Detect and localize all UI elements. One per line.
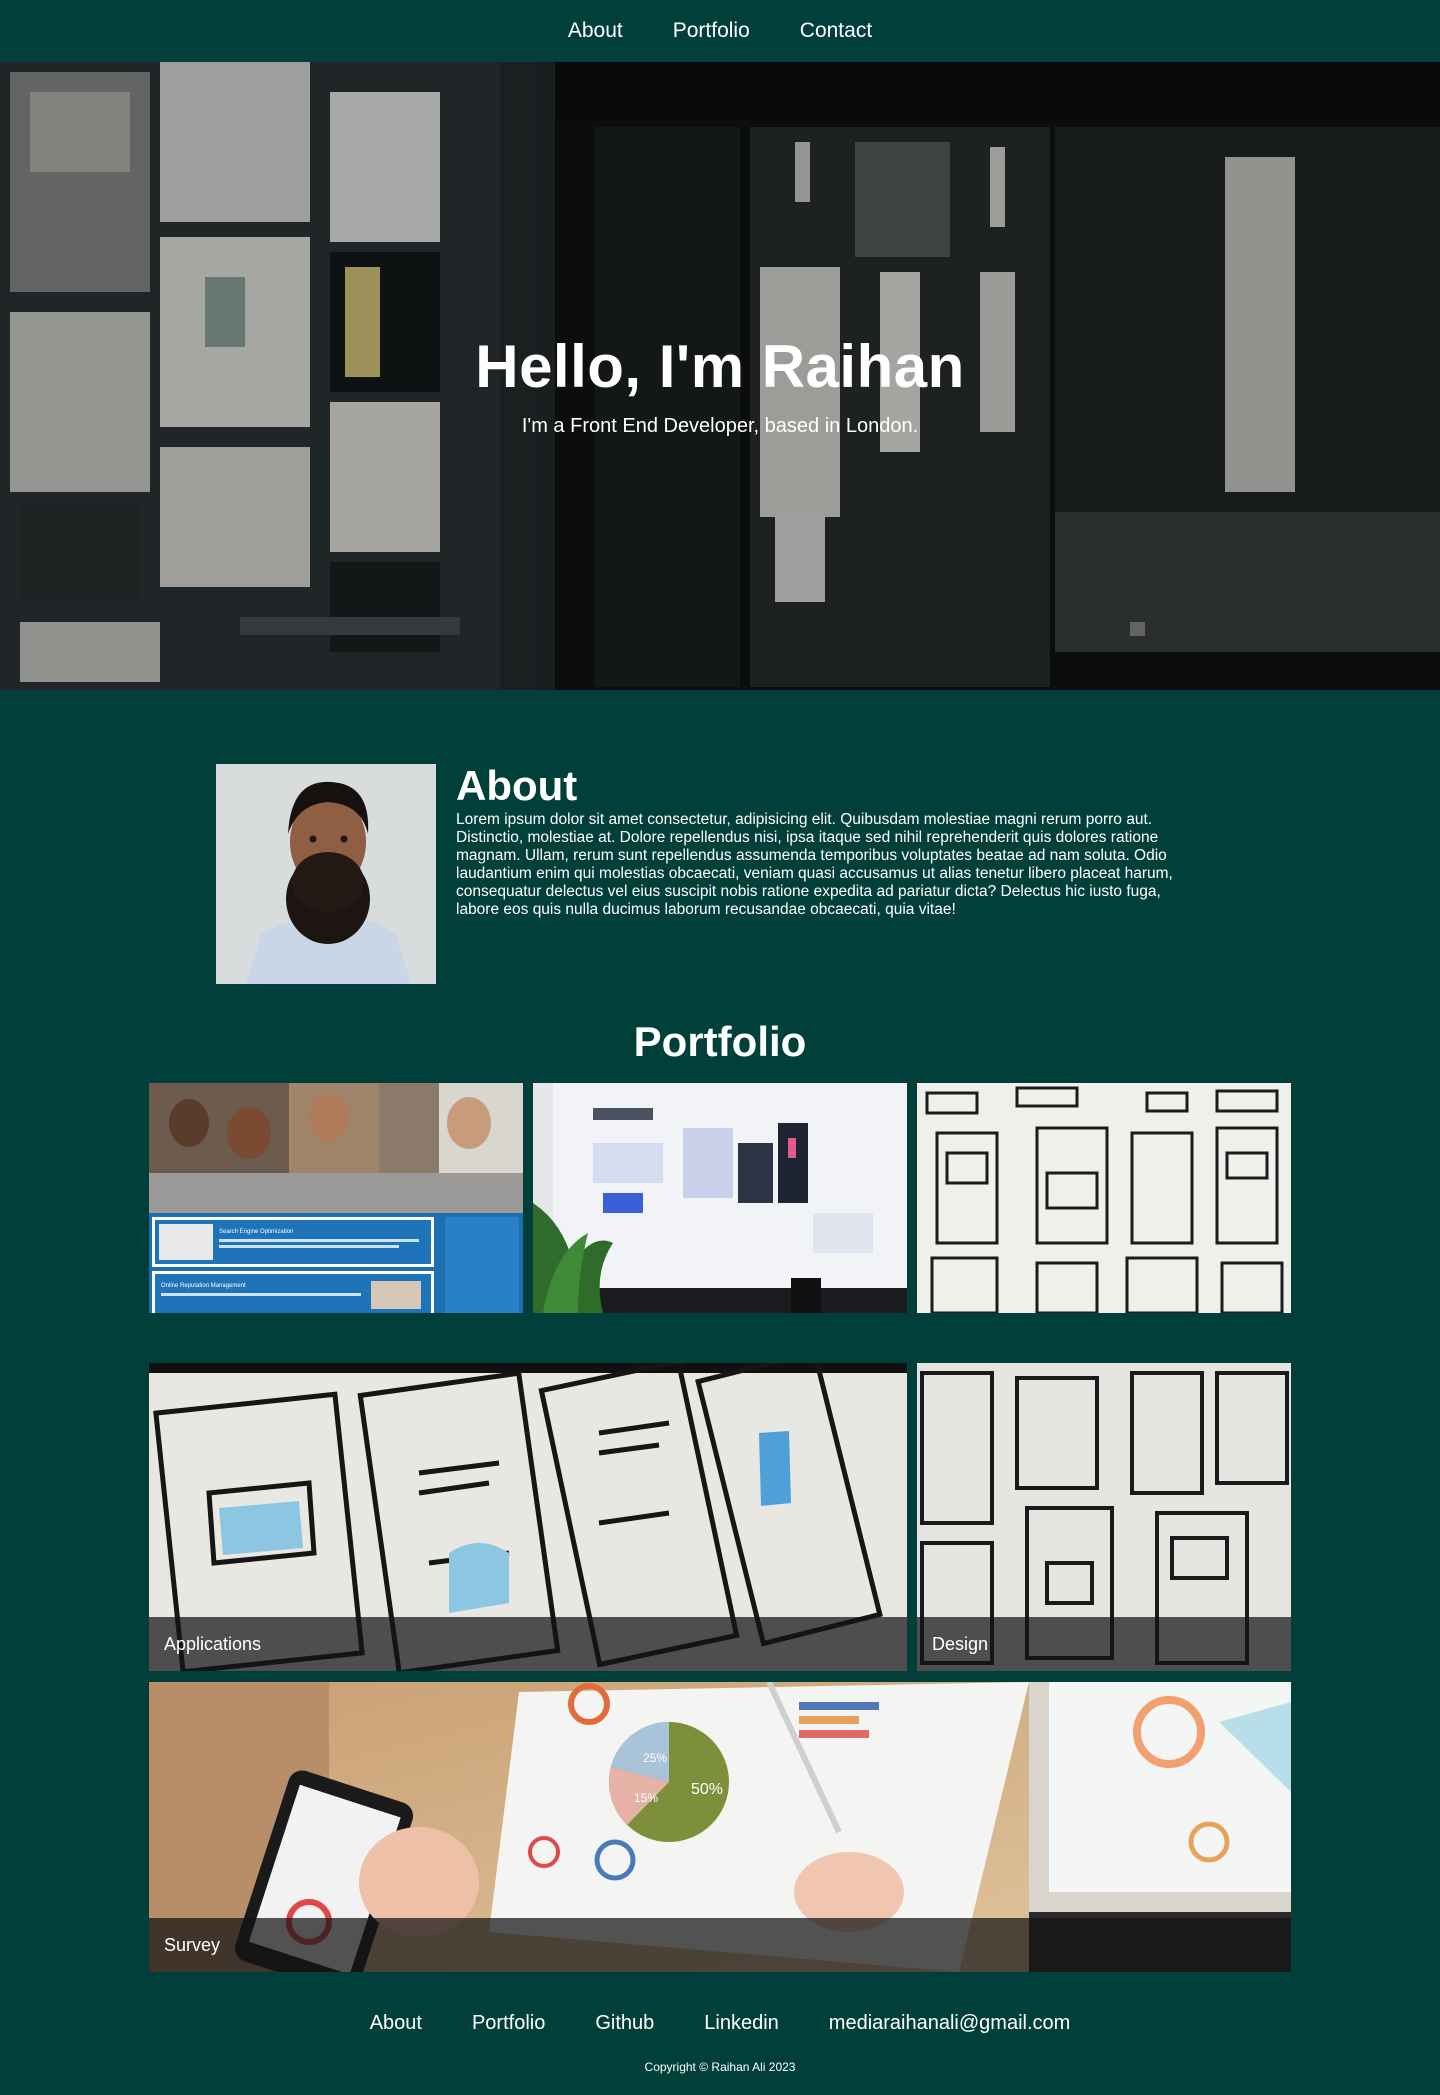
chart-small-label-2: 15% [634,1791,658,1805]
footer-link-linkedin[interactable]: Linkedin [704,2012,779,2035]
top-nav: About Portfolio Contact [0,0,1440,62]
portfolio-tile-ui-kit[interactable] [533,1083,907,1313]
footer-link-email[interactable]: mediaraihanali@gmail.com [829,2012,1071,2035]
about-heading: About [456,762,578,809]
caption-survey: Survey [149,1918,1291,1972]
footer-link-about[interactable]: About [370,2012,422,2035]
portfolio-image-meeting: Search Engine Optimization Online Reputa… [149,1083,523,1313]
portfolio-image-wireframes [917,1083,1291,1313]
portfolio-tile-survey[interactable]: 50% 25% 15% Survey [149,1682,1291,1972]
nav-link-contact[interactable]: Contact [800,19,872,43]
seo-screen-title: Search Engine Optimization [219,1229,293,1235]
portfolio-tile-applications[interactable]: Applications [149,1363,907,1671]
portfolio-tile-seo[interactable]: Search Engine Optimization Online Reputa… [149,1083,523,1313]
portfolio-tile-sketches[interactable] [917,1083,1291,1313]
hero-subtitle: I'm a Front End Developer, based in Lond… [521,415,919,437]
hero-title: Hello, I'm Raihan [475,333,965,400]
chart-percent-label: 50% [691,1781,723,1798]
nav-link-about[interactable]: About [568,19,623,43]
orm-screen-title: Online Reputation Management [161,1283,246,1289]
avatar [216,764,436,984]
caption-applications: Applications [149,1617,907,1671]
copyright-text: Copyright © Raihan Ali 2023 [644,2060,796,2074]
footer-link-github[interactable]: Github [595,2012,654,2035]
profile-photo [216,764,436,984]
hero-text: Hello, I'm Raihan I'm a Front End Develo… [0,332,1440,438]
nav-link-portfolio[interactable]: Portfolio [673,19,750,43]
portfolio-tile-design[interactable]: Design [917,1363,1291,1671]
portfolio-heading: Portfolio [633,1018,807,1065]
hero-section: Hello, I'm Raihan I'm a Front End Develo… [0,62,1440,690]
about-body-text: Lorem ipsum dolor sit amet consectetur, … [456,811,1173,918]
portfolio-image-monitor [533,1083,907,1313]
caption-design: Design [917,1617,1291,1671]
footer-link-portfolio[interactable]: Portfolio [472,2012,545,2035]
chart-small-label-1: 25% [643,1751,667,1765]
footer-nav: About Portfolio Github Linkedin mediarai… [0,2012,1440,2035]
